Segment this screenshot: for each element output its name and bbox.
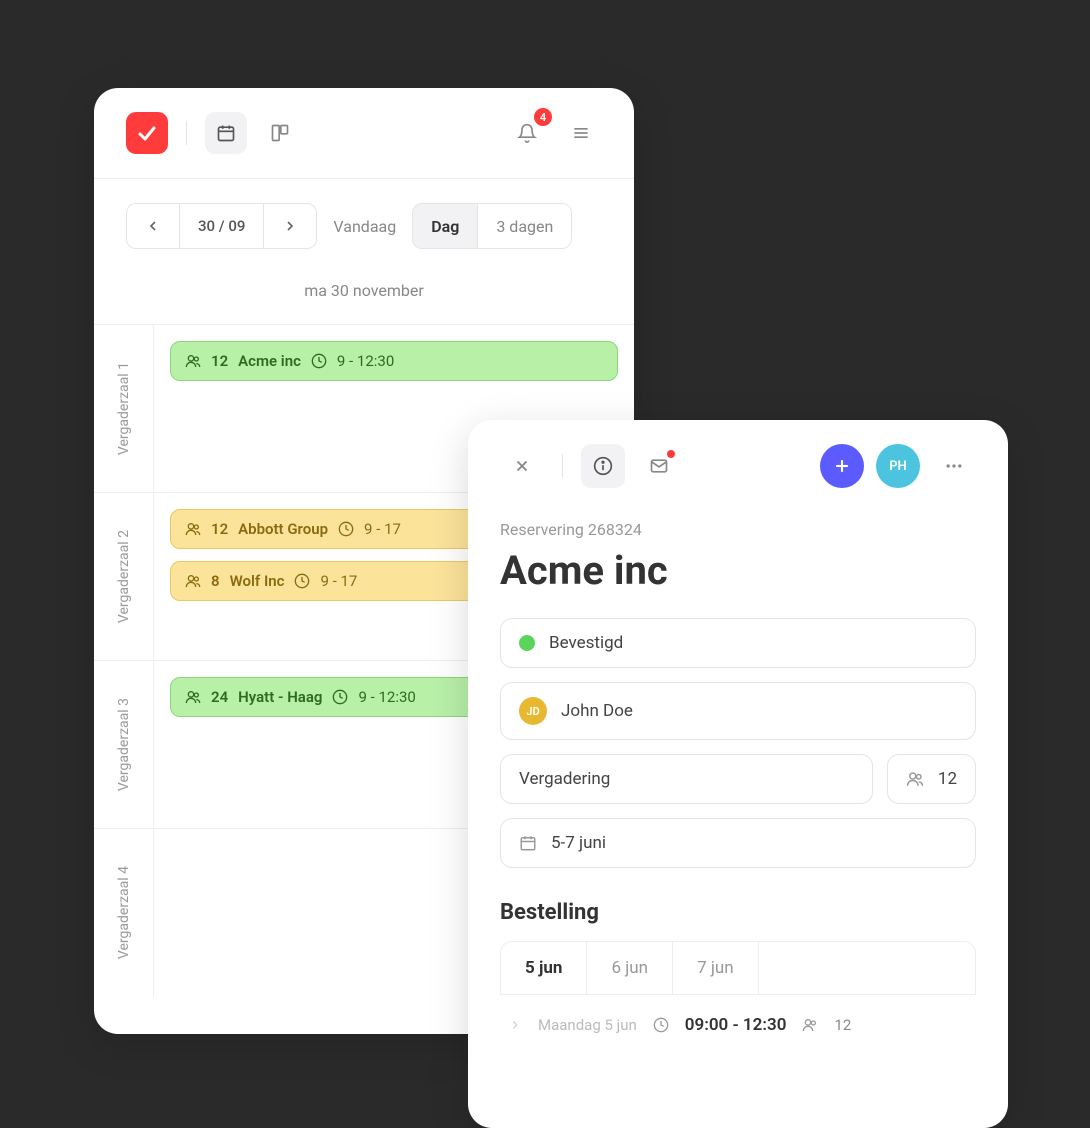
close-button[interactable] <box>500 444 544 488</box>
event-name: Abbott Group <box>238 520 328 538</box>
divider <box>186 121 187 145</box>
event-people: 12 <box>211 352 228 370</box>
event-people: 8 <box>211 572 220 590</box>
people-icon <box>185 689 201 705</box>
mail-button[interactable] <box>637 444 681 488</box>
calendar-view-button[interactable] <box>205 112 247 154</box>
reservation-id: Reservering 268324 <box>500 520 976 539</box>
view-3days-tab[interactable]: 3 dagen <box>477 204 571 248</box>
menu-button[interactable] <box>560 112 602 154</box>
reservation-detail-panel: PH Reservering 268324 Acme inc Bevestigd… <box>468 420 1008 1128</box>
date-field[interactable]: 5-7 juni <box>500 818 976 868</box>
people-icon <box>802 1017 818 1033</box>
mail-indicator-dot <box>667 450 675 458</box>
clock-icon <box>311 353 327 369</box>
event-time: 9 - 12:30 <box>337 352 394 370</box>
view-switcher: Dag 3 dagen <box>412 203 572 249</box>
order-people: 12 <box>834 1016 851 1034</box>
reservation-title: Acme inc <box>500 547 976 594</box>
event-name: Wolf Inc <box>230 572 285 590</box>
date-navigation: 30 / 09 <box>126 203 317 249</box>
clock-icon <box>653 1017 669 1033</box>
next-button[interactable] <box>263 204 316 248</box>
date-heading: ma 30 november <box>94 273 634 324</box>
order-tabs: 5 jun6 jun7 jun <box>500 941 976 995</box>
room-label: Vergaderzaal 3 <box>94 661 154 828</box>
type-field[interactable]: Vergadering <box>500 754 873 804</box>
event[interactable]: 12 Acme inc 9 - 12:30 <box>170 341 618 381</box>
contact-avatar: JD <box>519 697 547 725</box>
order-tab[interactable]: 7 jun <box>673 942 759 994</box>
more-button[interactable] <box>932 444 976 488</box>
order-tab[interactable]: 6 jun <box>587 942 673 994</box>
people-icon <box>185 573 201 589</box>
chevron-right-icon <box>508 1018 522 1032</box>
notification-badge: 4 <box>534 108 552 126</box>
status-dot-icon <box>519 635 535 651</box>
view-day-tab[interactable]: Dag <box>413 204 477 248</box>
today-button[interactable]: Vandaag <box>333 217 396 236</box>
board-view-button[interactable] <box>259 112 301 154</box>
people-count: 12 <box>938 769 957 789</box>
divider <box>562 454 563 478</box>
user-avatar[interactable]: PH <box>876 444 920 488</box>
event-name: Hyatt - Haag <box>238 688 322 706</box>
calendar-toolbar: 30 / 09 Vandaag Dag 3 dagen <box>94 179 634 273</box>
prev-button[interactable] <box>127 204 179 248</box>
room-label: Vergaderzaal 4 <box>94 829 154 996</box>
notifications-button[interactable]: 4 <box>506 112 548 154</box>
people-icon <box>906 770 924 788</box>
current-date[interactable]: 30 / 09 <box>179 204 263 248</box>
contact-name: John Doe <box>561 701 633 721</box>
event-time: 9 - 12:30 <box>358 688 415 706</box>
order-row: Maandag 5 jun 09:00 - 12:30 12 <box>500 995 976 1055</box>
info-button[interactable] <box>581 444 625 488</box>
add-button[interactable] <box>820 444 864 488</box>
event-people: 24 <box>211 688 228 706</box>
event-time: 9 - 17 <box>364 520 401 538</box>
event-time: 9 - 17 <box>320 572 357 590</box>
order-heading: Bestelling <box>500 900 976 925</box>
detail-header: PH <box>468 420 1008 512</box>
order-time: 09:00 - 12:30 <box>685 1015 787 1035</box>
room-label: Vergaderzaal 2 <box>94 493 154 660</box>
clock-icon <box>332 689 348 705</box>
detail-body: Reservering 268324 Acme inc Bevestigd JD… <box>468 512 1008 1063</box>
date-range: 5-7 juni <box>551 833 606 853</box>
people-icon <box>185 353 201 369</box>
people-field[interactable]: 12 <box>887 754 976 804</box>
order-tab[interactable]: 5 jun <box>501 942 587 994</box>
order-day: Maandag 5 jun <box>538 1016 637 1034</box>
people-icon <box>185 521 201 537</box>
clock-icon <box>338 521 354 537</box>
status-field[interactable]: Bevestigd <box>500 618 976 668</box>
event-name: Acme inc <box>238 352 301 370</box>
app-logo[interactable] <box>126 112 168 154</box>
room-label: Vergaderzaal 1 <box>94 325 154 492</box>
status-label: Bevestigd <box>549 633 623 653</box>
type-label: Vergadering <box>519 769 610 789</box>
event-people: 12 <box>211 520 228 538</box>
calendar-header: 4 <box>94 88 634 179</box>
clock-icon <box>294 573 310 589</box>
calendar-icon <box>519 834 537 852</box>
contact-field[interactable]: JD John Doe <box>500 682 976 740</box>
